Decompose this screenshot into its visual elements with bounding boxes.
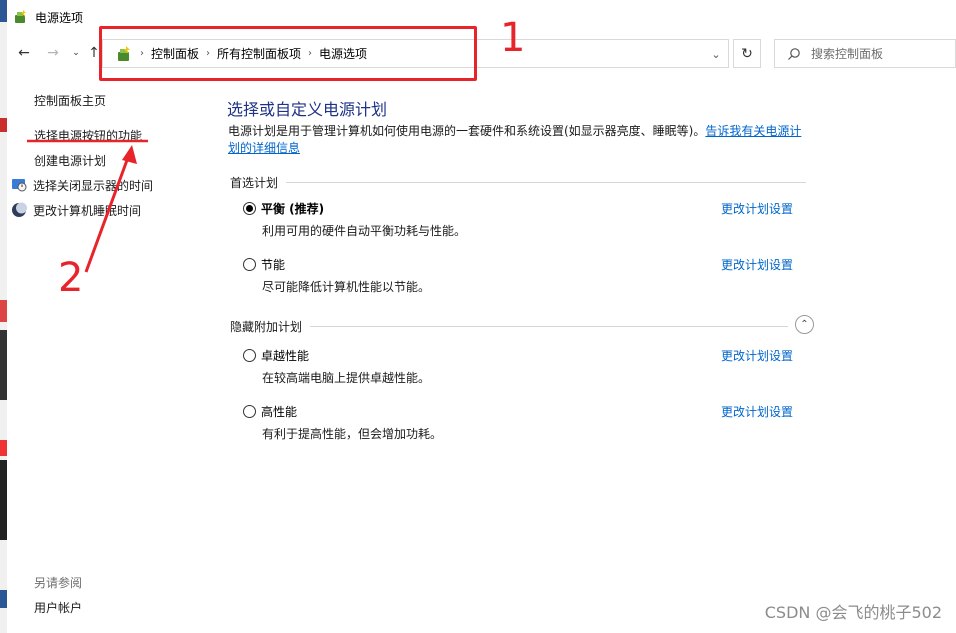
sidebar-item-power-button[interactable]: 选择电源按钮的功能 xyxy=(34,127,142,144)
collapse-hidden-plans-chevron-up-icon[interactable]: ⌃ xyxy=(795,315,814,334)
annotation-number-2: 2 xyxy=(58,255,84,301)
annotation-number-1: 1 xyxy=(500,15,526,61)
plan-power-saver-name[interactable]: 节能 xyxy=(261,256,285,273)
search-input[interactable]: 搜索控制面板 xyxy=(774,39,956,68)
group-divider xyxy=(286,182,807,183)
group-divider xyxy=(310,326,789,327)
sidebar-item-label: 更改计算机睡眠时间 xyxy=(33,204,142,218)
refresh-icon[interactable]: ↻ xyxy=(733,39,761,68)
plan-high-performance-radio[interactable] xyxy=(243,405,256,418)
page-title: 选择或自定义电源计划 xyxy=(227,100,388,119)
window-title: 电源选项 xyxy=(35,10,84,25)
sidebar-item-display-off[interactable]: 选择关闭显示器的时间 xyxy=(11,177,153,194)
description-text: 电源计划是用于管理计算机如何使用电源的一套硬件和系统设置(如显示器亮度、睡眠等)… xyxy=(228,124,706,138)
recent-locations-chevron-icon[interactable]: ⌄ xyxy=(67,44,85,62)
left-navigation-pane: 控制面板主页 选择电源按钮的功能 创建电源计划 选择关闭显示器的时间 更改计算机… xyxy=(7,70,207,633)
search-icon xyxy=(787,47,801,61)
forward-arrow-icon[interactable]: → xyxy=(44,44,62,62)
plan-high-performance-change-settings-link[interactable]: 更改计划设置 xyxy=(721,403,793,420)
preferred-plans-label: 首选计划 xyxy=(230,176,279,190)
plan-power-saver: 节能 尽可能降低计算机性能以节能。 更改计划设置 xyxy=(243,256,803,295)
plan-high-performance-description: 有利于提高性能，但会增加功耗。 xyxy=(262,427,443,441)
monitor-clock-icon xyxy=(11,177,27,193)
power-options-window: 电源选项 ← → ⌄ ↑ › 控制面板 › 所有控制面板项 › 电源选项 ⌄ ↻ xyxy=(7,0,956,633)
moon-icon xyxy=(11,202,27,218)
plan-ultimate-description: 在较高端电脑上提供卓越性能。 xyxy=(262,371,431,385)
sidebar-item-label: 选择关闭显示器的时间 xyxy=(33,179,154,193)
annotation-box-address xyxy=(99,26,477,81)
see-also-user-accounts[interactable]: 用户帐户 xyxy=(34,599,82,616)
plan-ultimate-radio[interactable] xyxy=(243,349,256,362)
sidebar-item-create-plan[interactable]: 创建电源计划 xyxy=(34,152,106,169)
sidebar-item-control-panel-home[interactable]: 控制面板主页 xyxy=(34,92,106,109)
search-placeholder: 搜索控制面板 xyxy=(811,47,884,61)
address-dropdown-chevron-icon[interactable]: ⌄ xyxy=(708,46,724,62)
hidden-plans-label: 隐藏附加计划 xyxy=(230,320,303,334)
plan-ultimate-performance: 卓越性能 在较高端电脑上提供卓越性能。 更改计划设置 xyxy=(243,347,803,386)
desktop-edge xyxy=(0,0,7,633)
plan-ultimate-change-settings-link[interactable]: 更改计划设置 xyxy=(721,347,793,364)
see-also-heading: 另请参阅 xyxy=(34,576,83,590)
plan-power-saver-change-settings-link[interactable]: 更改计划设置 xyxy=(721,256,793,273)
preferred-plans-header: 首选计划 xyxy=(230,174,807,191)
plan-power-saver-description: 尽可能降低计算机性能以节能。 xyxy=(262,280,431,294)
plan-balanced-name[interactable]: 平衡 (推荐) xyxy=(261,200,324,217)
plan-balanced: 平衡 (推荐) 利用可用的硬件自动平衡功耗与性能。 更改计划设置 xyxy=(243,200,803,239)
hidden-plans-header: 隐藏附加计划 xyxy=(230,318,789,335)
page-description: 电源计划是用于管理计算机如何使用电源的一套硬件和系统设置(如显示器亮度、睡眠等)… xyxy=(228,123,808,157)
plan-balanced-radio[interactable] xyxy=(243,202,256,215)
plan-high-performance: 高性能 有利于提高性能，但会增加功耗。 更改计划设置 xyxy=(243,403,803,442)
power-options-icon xyxy=(13,9,29,25)
plan-power-saver-radio[interactable] xyxy=(243,258,256,271)
radio-selected-dot xyxy=(246,205,253,212)
plan-high-performance-name[interactable]: 高性能 xyxy=(261,403,297,420)
sidebar-item-sleep-time[interactable]: 更改计算机睡眠时间 xyxy=(11,202,141,219)
plan-balanced-change-settings-link[interactable]: 更改计划设置 xyxy=(721,200,793,217)
plan-balanced-description: 利用可用的硬件自动平衡功耗与性能。 xyxy=(262,224,467,238)
plan-ultimate-name[interactable]: 卓越性能 xyxy=(261,347,309,364)
watermark: CSDN @会飞的桃子502 xyxy=(764,603,942,622)
back-arrow-icon[interactable]: ← xyxy=(15,44,33,62)
